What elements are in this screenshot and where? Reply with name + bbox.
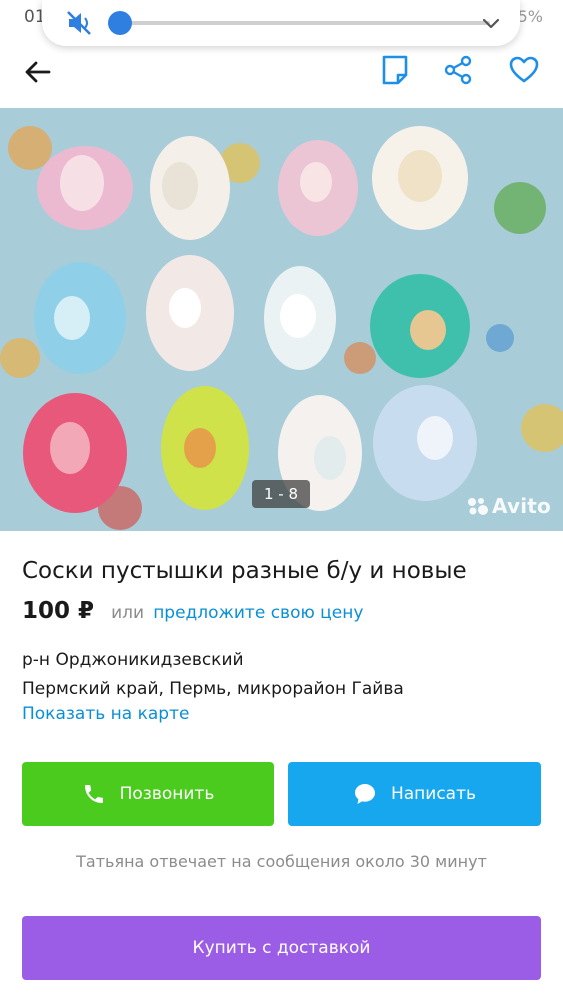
price: 100 ₽ — [22, 598, 95, 624]
chat-bubble-icon — [354, 784, 375, 804]
share-icon[interactable] — [443, 54, 473, 86]
volume-mute-icon[interactable] — [64, 8, 94, 38]
call-button-label: Позвонить — [119, 784, 215, 804]
volume-slider-thumb[interactable] — [108, 11, 132, 35]
avito-watermark: Avito — [466, 494, 551, 518]
buy-with-delivery-button[interactable]: Купить с доставкой — [22, 916, 541, 980]
phone-icon — [84, 785, 103, 803]
back-arrow-icon[interactable] — [22, 56, 54, 88]
message-button[interactable]: Написать — [288, 762, 541, 826]
message-button-label: Написать — [390, 784, 477, 804]
toolbar — [0, 46, 563, 108]
avito-logo-icon — [468, 498, 489, 515]
listing-title: Соски пустышки разные б/у и новые — [22, 558, 467, 584]
volume-panel — [42, 0, 520, 46]
buy-button-label: Купить с доставкой — [192, 938, 371, 958]
listing-photo — [0, 108, 563, 531]
volume-slider-track[interactable] — [120, 21, 490, 25]
show-on-map-link[interactable]: Показать на карте — [22, 704, 189, 724]
call-button[interactable]: Позвонить — [22, 762, 274, 826]
photo-counter: 1 - 8 — [252, 480, 310, 508]
price-row: 100 ₽ или предложите свою цену — [22, 598, 363, 624]
reply-time-note: Татьяна отвечает на сообщения около 30 м… — [76, 852, 487, 871]
heart-icon[interactable] — [508, 54, 540, 86]
note-icon[interactable] — [380, 54, 410, 86]
price-or-text: или — [111, 603, 145, 623]
photo-gallery[interactable]: 1 - 8 Avito — [0, 108, 563, 531]
district-text: р-н Орджоникидзевский — [22, 650, 244, 670]
offer-price-link[interactable]: предложите свою цену — [153, 603, 363, 623]
chevron-down-icon[interactable] — [480, 12, 502, 34]
address-text: Пермский край, Пермь, микрорайон Гайва — [22, 679, 404, 699]
watermark-text: Avito — [492, 494, 551, 518]
